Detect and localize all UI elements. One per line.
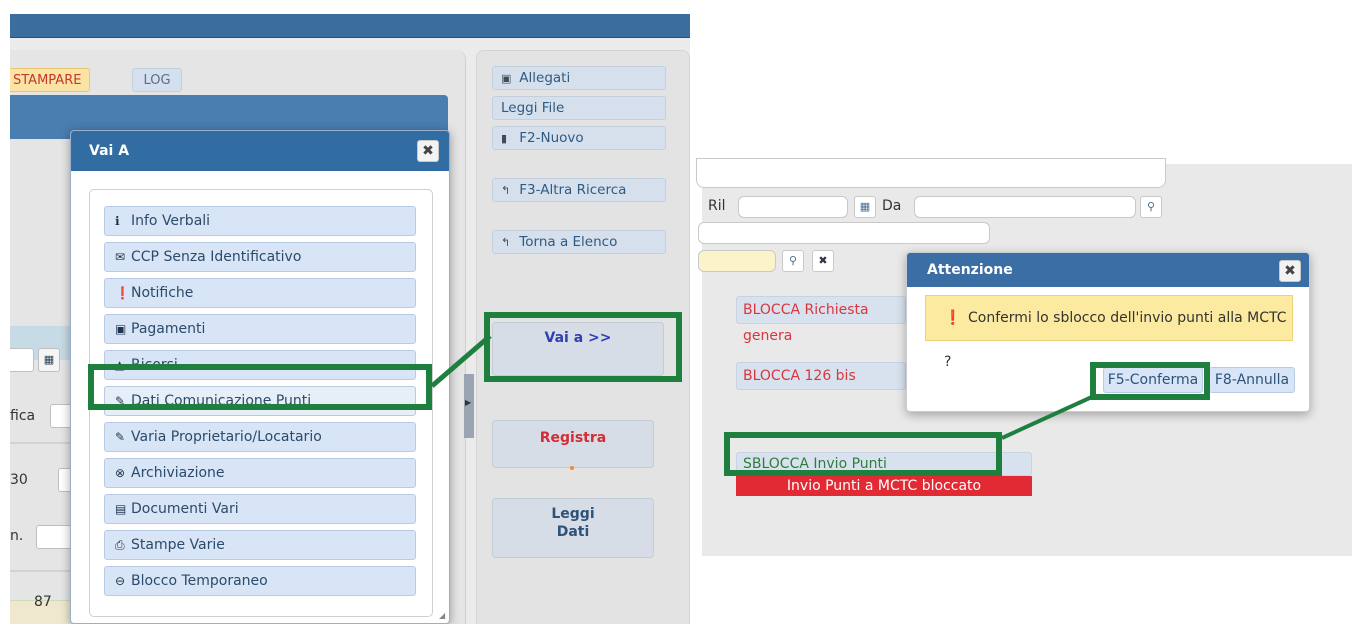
allegati-label: Allegati <box>519 70 571 86</box>
ril-input[interactable] <box>738 196 848 218</box>
envelope-icon: ✉ <box>115 250 126 264</box>
da-input[interactable] <box>914 196 1136 218</box>
f3-altra-ricerca-label: F3-Altra Ricerca <box>519 182 627 198</box>
pencil-icon: ✎ <box>115 430 126 444</box>
menu-item-label: Stampe Varie <box>131 537 225 553</box>
menu-item-label: Pagamenti <box>131 321 206 337</box>
search-icon[interactable]: ⚲ <box>782 250 804 272</box>
text-input[interactable] <box>698 222 990 244</box>
allegati-button[interactable]: ▣ Allegati <box>492 66 666 90</box>
info-icon: ℹ <box>115 214 120 228</box>
menu-item-label: Varia Proprietario/Locatario <box>131 429 322 445</box>
menu-item-label: CCP Senza Identificativo <box>131 249 302 265</box>
menu-item-pagamenti[interactable]: ▣ Pagamenti <box>104 314 416 344</box>
search-icon[interactable]: ⚲ <box>1140 196 1162 218</box>
resize-grip-icon[interactable]: ◢ <box>439 611 445 620</box>
menu-item-archiviazione[interactable]: ⊗ Archiviazione <box>104 458 416 488</box>
calendar-icon[interactable]: ▦ <box>854 196 876 218</box>
minus-circle-icon: ⊖ <box>115 574 126 588</box>
menu-item-ccp-senza-identificativo[interactable]: ✉ CCP Senza Identificativo <box>104 242 416 272</box>
inbox-icon: ▣ <box>115 322 127 336</box>
confirm-message: Confermi lo sblocco dell'invio punti all… <box>944 310 1287 370</box>
menu-item-blocco-temporaneo[interactable]: ⊖ Blocco Temporaneo <box>104 566 416 596</box>
leggi-dati-line1: Leggi <box>551 506 595 522</box>
divider <box>10 570 76 572</box>
menu-item-label: Archiviazione <box>131 465 225 481</box>
status-bar: Invio Punti a MCTC bloccato <box>736 476 1032 496</box>
blocca-richiesta-button[interactable]: BLOCCA Richiesta genera <box>736 296 906 344</box>
new-file-icon: ▮ <box>501 132 508 145</box>
top-textarea[interactable] <box>696 158 1166 188</box>
n-input[interactable] <box>36 525 74 549</box>
paperclip-icon: ▣ <box>501 72 512 85</box>
divider <box>10 442 70 444</box>
collapse-panel-handle[interactable] <box>464 374 474 438</box>
window-top-bar <box>10 14 690 38</box>
field-label-n: n. <box>10 528 24 544</box>
menu-item-stampe-varie[interactable]: ⎙ Stampe Varie <box>104 530 416 560</box>
close-icon[interactable]: ✖ <box>1279 260 1301 282</box>
f2-nuovo-button[interactable]: ▮ F2-Nuovo <box>492 126 666 150</box>
exclamation-icon: ❗ <box>115 286 130 300</box>
menu-item-varia-proprietario[interactable]: ✎ Varia Proprietario/Locatario <box>104 422 416 452</box>
highlight-dati-comunicazione-punti <box>88 364 432 410</box>
da-label: Da <box>882 198 902 214</box>
documents-icon: ▤ <box>115 502 127 516</box>
print-icon: ⎙ <box>115 538 125 552</box>
menu-item-label: Blocco Temporaneo <box>131 573 268 589</box>
indicator-dot <box>570 466 574 470</box>
field-value-30: 30 <box>10 472 28 488</box>
leggi-dati-button[interactable]: Leggi Dati <box>492 498 654 558</box>
highlight-sblocca <box>724 432 1002 476</box>
dialog-title: Vai A <box>71 131 449 171</box>
times-circle-icon: ⊗ <box>115 466 126 480</box>
menu-item-label: Info Verbali <box>131 213 211 229</box>
code-input[interactable] <box>698 250 776 272</box>
highlight-vai-a <box>484 312 682 382</box>
torna-a-elenco-button[interactable]: ↰ Torna a Elenco <box>492 230 666 254</box>
calendar-icon[interactable]: ▦ <box>38 348 60 372</box>
menu-item-label: Documenti Vari <box>131 501 239 517</box>
leggi-dati-line2: Dati <box>556 524 590 540</box>
ril-label: Ril <box>708 198 726 214</box>
date-input[interactable] <box>10 348 34 372</box>
log-button[interactable]: LOG <box>132 68 182 92</box>
grid-value: 87 <box>34 594 52 610</box>
confirm-message-box: ❗ Confermi lo sblocco dell'invio punti al… <box>925 295 1293 370</box>
torna-a-elenco-label: Torna a Elenco <box>519 234 618 250</box>
menu-item-info-verbali[interactable]: ℹ Info Verbali <box>104 206 416 236</box>
back-arrow-icon: ↰ <box>501 184 511 197</box>
leggi-file-label: Leggi File <box>501 100 565 116</box>
registra-button[interactable]: Registra <box>492 420 654 468</box>
field-label-fica: fica <box>10 408 36 424</box>
menu-item-notifiche[interactable]: ❗Notifiche <box>104 278 416 308</box>
exclamation-icon: ❗ <box>944 310 962 326</box>
highlight-f5-conferma <box>1090 362 1210 400</box>
menu-item-label: Notifiche <box>131 285 194 301</box>
f2-nuovo-label: F2-Nuovo <box>519 130 584 146</box>
stampare-button[interactable]: STAMPARE <box>10 68 90 92</box>
f8-annulla-button[interactable]: F8-Annulla <box>1209 367 1295 393</box>
dialog-title: Attenzione <box>907 253 1309 287</box>
f3-altra-ricerca-button[interactable]: ↰ F3-Altra Ricerca <box>492 178 666 202</box>
close-icon[interactable]: ✖ <box>417 140 439 162</box>
leggi-file-button[interactable]: Leggi File <box>492 96 666 120</box>
clear-icon[interactable]: ✖ <box>812 250 834 272</box>
back-arrow-icon: ↰ <box>501 236 511 249</box>
blocca-126-bis-button[interactable]: BLOCCA 126 bis <box>736 362 906 390</box>
menu-item-documenti-vari[interactable]: ▤ Documenti Vari <box>104 494 416 524</box>
